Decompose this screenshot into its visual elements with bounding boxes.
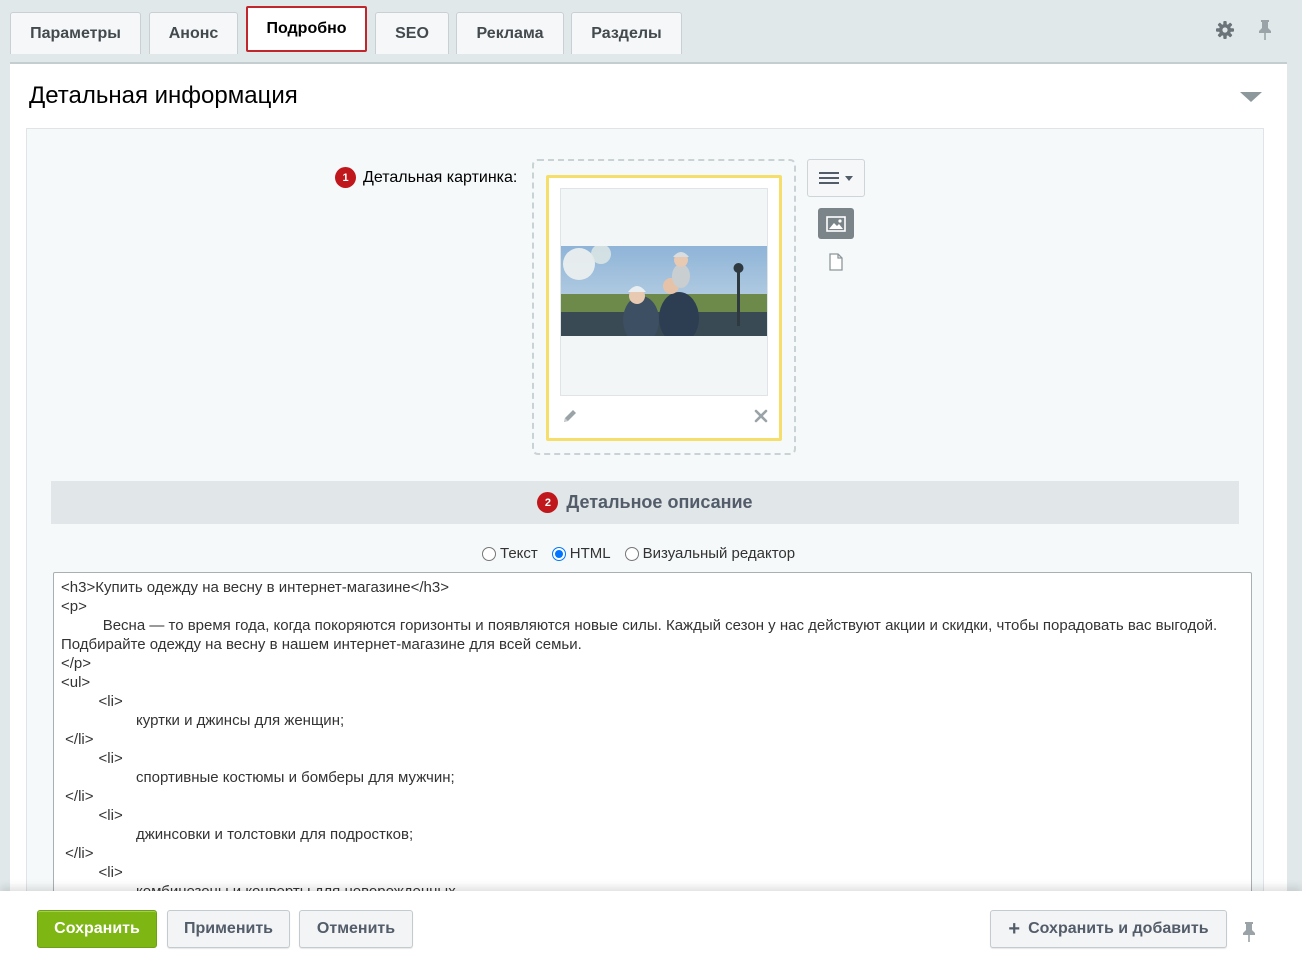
plus-icon: +	[1008, 917, 1021, 940]
editor-mode-selector: Текст HTML Визуальный редактор	[482, 545, 795, 562]
triangle-down-icon[interactable]	[1240, 92, 1262, 102]
image-mode-button[interactable]	[818, 208, 854, 239]
hamburger-menu-icon	[819, 172, 839, 184]
pin-icon[interactable]	[1241, 921, 1257, 943]
tab-announce[interactable]: Анонс	[149, 12, 238, 54]
mode-text-label: Текст	[500, 545, 538, 562]
tab-seo[interactable]: SEO	[375, 12, 449, 54]
section-content: 1 Детальная картинка: 2 Детальное описан…	[26, 128, 1264, 962]
file-icon[interactable]	[828, 253, 844, 271]
chevron-down-icon	[845, 175, 853, 181]
mode-html-radio[interactable]	[551, 546, 566, 561]
description-header: 2 Детальное описание	[51, 481, 1239, 524]
tab-parameters[interactable]: Параметры	[10, 12, 141, 54]
mode-visual-editor[interactable]: Визуальный редактор	[624, 545, 796, 562]
action-bar: Сохранить Применить Отменить + Сохранить…	[0, 891, 1302, 962]
save-and-add-label: Сохранить и добавить	[1028, 920, 1209, 937]
image-icon	[826, 215, 846, 232]
mode-visual-label: Визуальный редактор	[642, 545, 796, 562]
tab-advertising[interactable]: Реклама	[456, 12, 564, 54]
picture-preview	[560, 188, 768, 396]
picture-card[interactable]	[546, 175, 782, 441]
pin-icon[interactable]	[1257, 19, 1273, 41]
pencil-icon[interactable]	[561, 407, 579, 425]
picture-dropzone[interactable]	[532, 159, 796, 455]
tab-details[interactable]: Подробно	[246, 6, 367, 52]
tab-bar: Параметры Анонс Подробно SEO Реклама Раз…	[0, 0, 1302, 62]
apply-button[interactable]: Применить	[167, 910, 290, 948]
save-and-add-button[interactable]: + Сохранить и добавить	[990, 910, 1227, 948]
close-icon[interactable]	[754, 409, 768, 423]
section-title: Детальная информация	[29, 82, 298, 109]
gear-icon[interactable]	[1215, 20, 1235, 40]
step-badge-2: 2	[537, 492, 559, 513]
mode-html[interactable]: HTML	[551, 545, 611, 562]
cancel-button[interactable]: Отменить	[299, 910, 413, 948]
mode-html-label: HTML	[569, 545, 611, 562]
picture-label-text: Детальная картинка:	[363, 168, 518, 186]
save-button[interactable]: Сохранить	[37, 910, 157, 948]
mode-text[interactable]: Текст	[482, 545, 538, 562]
details-panel: Детальная информация 1 Детальная картинк…	[10, 62, 1287, 962]
tab-sections[interactable]: Разделы	[571, 12, 682, 54]
family-photo	[561, 246, 767, 336]
step-badge-1: 1	[335, 167, 356, 188]
mode-visual-radio[interactable]	[624, 546, 639, 561]
picture-menu-button[interactable]	[807, 159, 865, 197]
mode-text-radio[interactable]	[482, 546, 496, 561]
description-title: Детальное описание	[566, 492, 753, 512]
picture-field-label: 1 Детальная картинка:	[335, 167, 517, 188]
